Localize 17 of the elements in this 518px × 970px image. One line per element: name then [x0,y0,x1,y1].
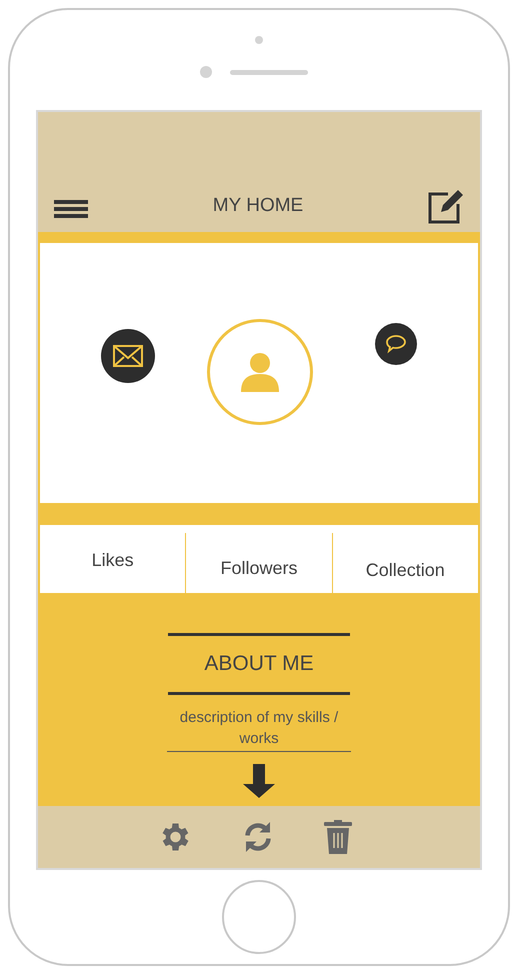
speaker-icon [230,70,308,74]
speech-bubble-icon [385,334,407,354]
camera-icon [255,36,263,44]
chat-button[interactable] [375,323,417,365]
stat-label[interactable]: Followers [220,555,298,582]
mail-button[interactable] [101,329,155,383]
sensor-icon [200,66,212,78]
menu-icon[interactable] [54,200,88,218]
envelope-icon [113,345,143,367]
stat-label[interactable]: Collection [365,555,446,582]
page-title: MY HOME [212,194,304,218]
trash-icon[interactable] [324,820,352,854]
about-description: description of my skills / works [167,706,351,752]
about-title: ABOUT ME [204,651,314,677]
stat-label[interactable]: Likes [92,547,134,574]
down-arrow-icon[interactable] [243,764,275,798]
person-icon [240,352,280,392]
